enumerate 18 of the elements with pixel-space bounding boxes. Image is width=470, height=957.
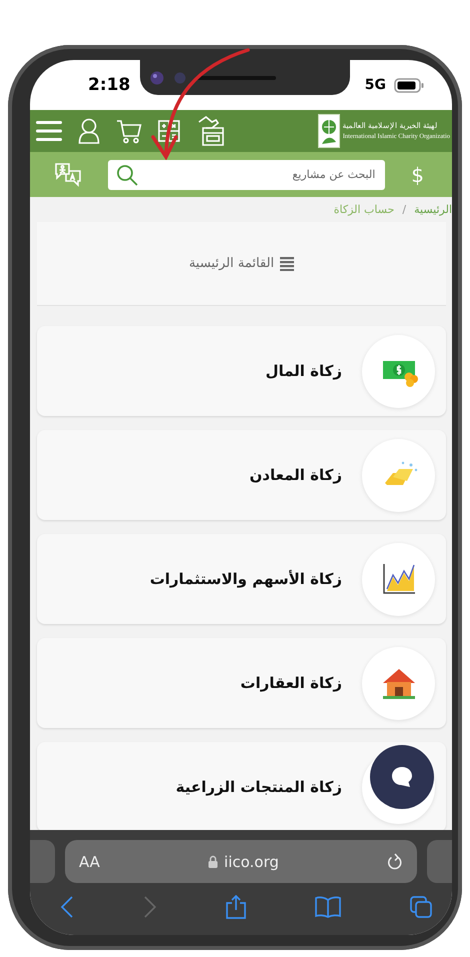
main-menu-title: القائمة الرئيسية [188, 256, 274, 271]
card-title: زكاة المعادن [250, 466, 342, 484]
address-bar[interactable]: AA iico.org [65, 840, 417, 883]
card-title: زكاة المنتجات الزراعية [176, 778, 342, 796]
card-title: زكاة المال [265, 362, 342, 380]
url-text: iico.org [224, 852, 279, 870]
card-title: زكاة العقارات [240, 674, 342, 692]
status-time: 2:18 [88, 75, 130, 95]
search-field[interactable]: البحث عن مشاريع [108, 160, 386, 190]
text-size-button[interactable]: AA [79, 852, 100, 870]
zakat-category-card[interactable]: زكاة الأسهم والاستثمارات [37, 534, 446, 624]
card-title: زكاة الأسهم والاستثمارات [150, 570, 342, 588]
breadcrumb-separator: / [402, 203, 406, 216]
network-label: 5G [364, 77, 386, 93]
zakat-category-card[interactable]: زكاة العقارات [37, 638, 446, 728]
zakat-category-card[interactable]: زكاة المال [37, 326, 446, 416]
zakat-category-card[interactable]: زكاة المنتجات الزراعية [37, 742, 446, 830]
zakat-category-card[interactable]: زكاة المعادن [37, 430, 446, 520]
